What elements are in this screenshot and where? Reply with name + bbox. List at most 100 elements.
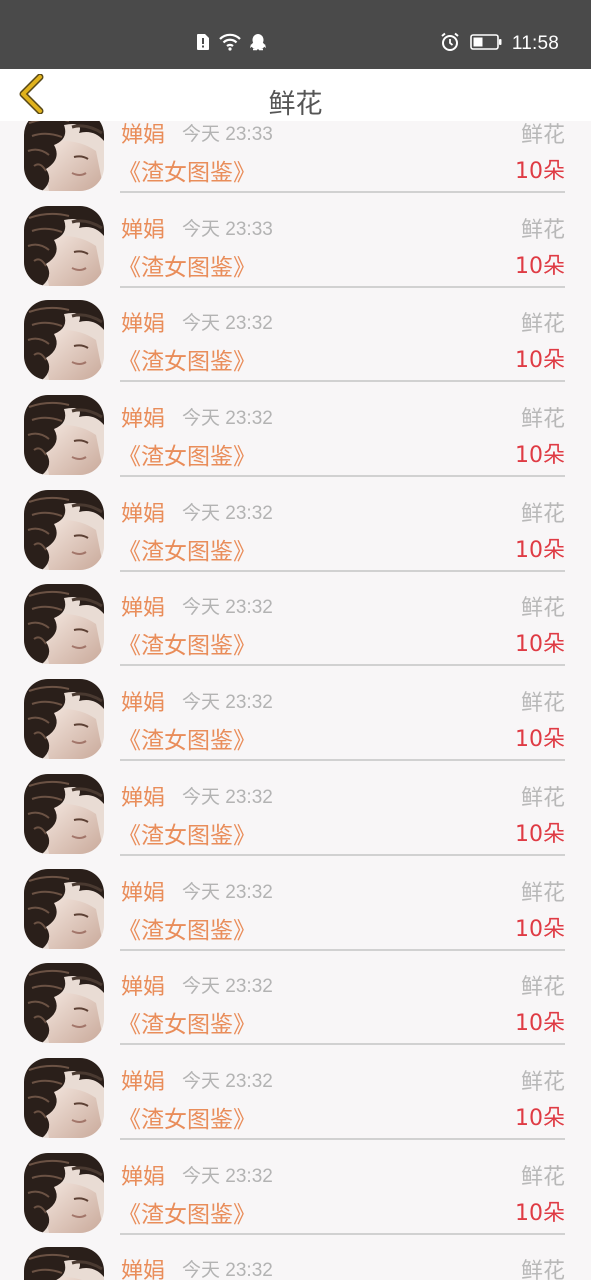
timestamp: 今天 23:32 — [182, 786, 273, 808]
wifi-icon — [218, 33, 242, 55]
gift-amount: 10朵 — [515, 1200, 565, 1226]
avatar[interactable] — [24, 1247, 104, 1280]
sender-name[interactable]: 婵娟 — [121, 969, 165, 1001]
timestamp: 今天 23:32 — [182, 408, 273, 430]
gift-amount: 10朵 — [515, 821, 565, 847]
qq-penguin-icon — [250, 33, 266, 55]
timestamp: 今天 23:32 — [182, 881, 273, 903]
avatar[interactable] — [24, 868, 104, 949]
gift-type: 鲜花 — [520, 501, 565, 527]
sender-name[interactable]: 婵娟 — [121, 121, 165, 149]
gift-amount: 10朵 — [515, 443, 565, 469]
list-item[interactable]: 婵娟 今天 23:32 鲜花 《渣女图鉴》 10朵 — [0, 286, 591, 383]
timestamp: 今天 23:32 — [182, 502, 273, 524]
avatar[interactable] — [24, 963, 104, 1044]
avatar[interactable] — [24, 584, 104, 665]
page-title: 鲜花 — [268, 89, 323, 120]
avatar[interactable] — [24, 1152, 104, 1233]
gift-amount: 10朵 — [515, 537, 565, 563]
sender-name[interactable]: 婵娟 — [121, 212, 165, 244]
avatar[interactable] — [24, 679, 104, 760]
timestamp: 今天 23:33 — [182, 124, 273, 145]
timestamp: 今天 23:32 — [182, 1260, 273, 1280]
sender-name[interactable]: 婵娟 — [121, 1064, 165, 1096]
sender-name[interactable]: 婵娟 — [121, 401, 165, 433]
status-icons-right: 11:58 — [440, 31, 559, 57]
flower-record-list[interactable]: 婵娟 今天 23:33 鲜花 《渣女图鉴》 10朵 婵娟 今天 23:33 鲜花… — [0, 121, 591, 1280]
book-title-link[interactable]: 《渣女图鉴》 — [118, 342, 256, 376]
avatar[interactable] — [24, 489, 104, 570]
avatar[interactable] — [24, 300, 104, 381]
battery-icon — [470, 33, 502, 55]
gift-type: 鲜花 — [520, 1164, 565, 1190]
gift-type: 鲜花 — [520, 1069, 565, 1095]
gift-type: 鲜花 — [520, 975, 565, 1001]
gift-type: 鲜花 — [520, 123, 565, 148]
list-item[interactable]: 婵娟 今天 23:32 鲜花 《渣女图鉴》 10朵 — [0, 381, 591, 478]
sender-name[interactable]: 婵娟 — [121, 780, 165, 812]
avatar[interactable] — [24, 121, 104, 191]
book-title-link[interactable]: 《渣女图鉴》 — [118, 1005, 256, 1039]
list-item[interactable]: 婵娟 今天 23:32 鲜花 《渣女图鉴》 10朵 — [0, 1044, 591, 1140]
sender-name[interactable]: 婵娟 — [121, 306, 165, 338]
timestamp: 今天 23:32 — [182, 313, 273, 335]
status-icons-left — [196, 33, 266, 55]
list-item[interactable]: 婵娟 今天 23:32 鲜花 《渣女图鉴》 10朵 — [0, 476, 591, 572]
timestamp: 今天 23:32 — [182, 1165, 273, 1187]
gift-type: 鲜花 — [520, 312, 565, 338]
gift-amount: 10朵 — [515, 1105, 565, 1131]
book-title-link[interactable]: 《渣女图鉴》 — [118, 1195, 256, 1229]
sim-alert-icon — [196, 33, 210, 55]
sender-name[interactable]: 婵娟 — [121, 875, 165, 907]
book-title-link[interactable]: 《渣女图鉴》 — [118, 153, 256, 187]
avatar[interactable] — [24, 205, 104, 286]
gift-type: 鲜花 — [520, 217, 565, 243]
list-item[interactable]: 婵娟 今天 23:32 鲜花 《渣女图鉴》 10朵 — [0, 855, 591, 951]
gift-amount: 10朵 — [515, 916, 565, 942]
list-item[interactable]: 婵娟 今天 23:32 鲜花 《渣女图鉴》 10朵 — [0, 570, 591, 667]
list-item[interactable]: 婵娟 今天 23:32 鲜花 《渣女图鉴》 10朵 — [0, 949, 591, 1046]
status-time: 11:58 — [511, 33, 559, 54]
sender-name[interactable]: 婵娟 — [121, 685, 165, 717]
gift-amount: 10朵 — [515, 348, 565, 374]
list-item[interactable]: 婵娟 今天 23:32 鲜花 《渣女图鉴》 10朵 — [0, 1233, 591, 1280]
list-item[interactable]: 婵娟 今天 23:32 鲜花 《渣女图鉴》 10朵 — [0, 665, 591, 762]
status-bar: 11:58 — [0, 0, 591, 69]
avatar[interactable] — [24, 773, 104, 854]
sender-name[interactable]: 婵娟 — [121, 496, 165, 528]
book-title-link[interactable]: 《渣女图鉴》 — [118, 532, 256, 566]
gift-type: 鲜花 — [520, 596, 565, 622]
list-item[interactable]: 婵娟 今天 23:32 鲜花 《渣女图鉴》 10朵 — [0, 760, 591, 856]
book-title-link[interactable]: 《渣女图鉴》 — [118, 721, 256, 755]
flower-record-list-inner: 婵娟 今天 23:33 鲜花 《渣女图鉴》 10朵 婵娟 今天 23:33 鲜花… — [0, 121, 591, 1280]
book-title-link[interactable]: 《渣女图鉴》 — [118, 1100, 256, 1134]
sender-name[interactable]: 婵娟 — [121, 1159, 165, 1191]
gift-type: 鲜花 — [520, 1259, 565, 1280]
nav-bar: 鲜花 — [0, 69, 591, 121]
sender-name[interactable]: 婵娟 — [121, 590, 165, 622]
gift-amount: 10朵 — [515, 727, 565, 753]
timestamp: 今天 23:32 — [182, 976, 273, 998]
book-title-link[interactable]: 《渣女图鉴》 — [118, 248, 256, 282]
timestamp: 今天 23:32 — [182, 597, 273, 619]
book-title-link[interactable]: 《渣女图鉴》 — [118, 437, 256, 471]
list-item[interactable]: 婵娟 今天 23:33 鲜花 《渣女图鉴》 10朵 — [0, 121, 591, 193]
alarm-icon — [440, 32, 460, 56]
avatar[interactable] — [24, 1057, 104, 1138]
gift-amount: 10朵 — [515, 253, 565, 279]
sender-name[interactable]: 婵娟 — [121, 1253, 165, 1280]
list-item[interactable]: 婵娟 今天 23:33 鲜花 《渣女图鉴》 10朵 — [0, 192, 591, 288]
gift-amount: 10朵 — [515, 159, 565, 184]
gift-amount: 10朵 — [515, 1011, 565, 1037]
gift-type: 鲜花 — [520, 785, 565, 811]
gift-type: 鲜花 — [520, 880, 565, 906]
avatar[interactable] — [24, 395, 104, 476]
gift-type: 鲜花 — [520, 407, 565, 433]
gift-type: 鲜花 — [520, 691, 565, 717]
book-title-link[interactable]: 《渣女图鉴》 — [118, 626, 256, 660]
list-item[interactable]: 婵娟 今天 23:32 鲜花 《渣女图鉴》 10朵 — [0, 1139, 591, 1235]
book-title-link[interactable]: 《渣女图鉴》 — [118, 816, 256, 850]
book-title-link[interactable]: 《渣女图鉴》 — [118, 911, 256, 945]
timestamp: 今天 23:32 — [182, 1070, 273, 1092]
timestamp: 今天 23:33 — [182, 218, 273, 240]
